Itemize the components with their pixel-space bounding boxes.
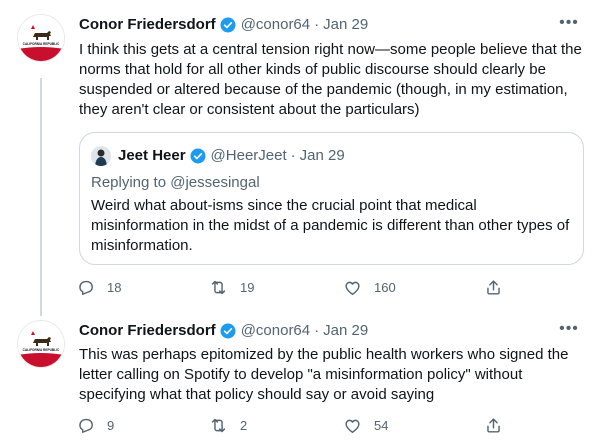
verified-badge-icon <box>189 147 207 165</box>
avatar[interactable]: CALIFORNIA REPUBLIC <box>17 320 65 368</box>
like-button[interactable]: 54 <box>343 415 388 435</box>
more-icon[interactable]: ••• <box>559 321 579 342</box>
quoted-tweet[interactable]: Jeet Heer @HeerJeet · Jan 29 Replying to… <box>79 132 584 265</box>
quoted-avatar <box>91 146 111 166</box>
separator: · <box>314 16 320 33</box>
tweet-date[interactable]: Jan 29 <box>323 15 368 35</box>
quoted-author-name: Jeet Heer <box>118 147 186 164</box>
author-handle[interactable]: @conor64 <box>241 321 310 341</box>
reply-icon <box>79 418 93 433</box>
like-count: 54 <box>374 417 389 433</box>
tweet-header: Conor Friedersdorf @conor64 · Jan 29 <box>79 15 368 35</box>
person-avatar-icon <box>91 146 111 166</box>
retweet-icon <box>211 280 226 294</box>
share-button[interactable] <box>484 415 503 435</box>
quoted-text: Weird what about-isms since the crucial … <box>91 197 570 254</box>
verified-badge-icon <box>219 16 237 34</box>
like-button[interactable]: 160 <box>343 277 396 297</box>
svg-text:CALIFORNIA REPUBLIC: CALIFORNIA REPUBLIC <box>23 42 60 46</box>
reply-count: 18 <box>107 279 122 295</box>
california-flag-avatar-icon: CALIFORNIA REPUBLIC <box>18 321 64 367</box>
tweet-2[interactable]: CALIFORNIA REPUBLIC Conor Friedersdorf @… <box>0 312 603 447</box>
tweet-date[interactable]: Jan 29 <box>323 321 368 341</box>
reply-button[interactable]: 9 <box>76 415 114 435</box>
share-button[interactable] <box>484 277 503 297</box>
like-icon <box>345 281 360 295</box>
quoted-header: Jeet Heer @HeerJeet · Jan 29 <box>118 146 345 166</box>
california-flag-avatar-icon: CALIFORNIA REPUBLIC <box>18 15 64 61</box>
verified-badge-icon <box>219 322 237 340</box>
reply-icon <box>79 280 93 295</box>
tweet-1[interactable]: CALIFORNIA REPUBLIC Conor Friedersdorf @… <box>0 0 603 312</box>
tweet-text: This was perhaps epitomized by the publi… <box>79 346 569 403</box>
author-handle[interactable]: @conor64 <box>241 15 310 35</box>
tweet-header: Conor Friedersdorf @conor64 · Jan 29 <box>79 321 368 341</box>
retweet-count: 2 <box>240 417 248 433</box>
separator: · <box>314 322 320 339</box>
reply-count: 9 <box>107 417 115 433</box>
retweet-count: 19 <box>240 279 255 295</box>
tweet-actions: 9 2 54 <box>76 415 506 435</box>
avatar[interactable]: CALIFORNIA REPUBLIC <box>17 14 65 62</box>
tweet-actions: 18 19 160 <box>76 277 506 297</box>
author-name[interactable]: Conor Friedersdorf <box>79 321 216 341</box>
tweet-text: I think this gets at a central tension r… <box>79 41 582 118</box>
separator: · <box>290 147 296 164</box>
svg-text:CALIFORNIA REPUBLIC: CALIFORNIA REPUBLIC <box>23 348 60 352</box>
quoted-author-handle: @HeerJeet <box>210 147 287 164</box>
replying-to: Replying to @jessesingal <box>91 174 260 191</box>
retweet-button[interactable]: 2 <box>209 415 247 435</box>
more-icon[interactable]: ••• <box>559 15 579 36</box>
share-icon <box>487 417 500 433</box>
like-icon <box>345 419 360 433</box>
reply-button[interactable]: 18 <box>76 277 121 297</box>
share-icon <box>487 279 500 295</box>
quoted-date: Jan 29 <box>299 147 345 164</box>
author-name[interactable]: Conor Friedersdorf <box>79 15 216 35</box>
retweet-button[interactable]: 19 <box>209 277 254 297</box>
retweet-icon <box>211 418 226 432</box>
like-count: 160 <box>374 279 396 295</box>
